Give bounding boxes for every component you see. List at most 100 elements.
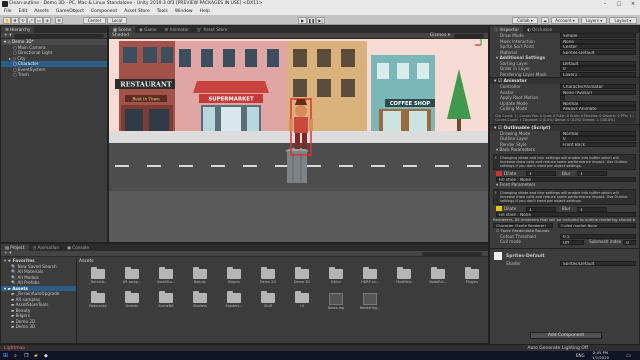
menu-tools[interactable]: Tools: [157, 8, 168, 15]
best-in-town-sign: Best in Town: [131, 97, 160, 102]
folder-item[interactable]: Shaders: [183, 291, 217, 315]
folder-item[interactable]: AssetSto...: [149, 267, 183, 291]
pause-button-icon[interactable]: ❚❚: [307, 16, 316, 24]
layout-dropdown[interactable]: Layout ▾: [609, 16, 637, 24]
project-grid: _TerrainA... AR samp... AssetSto... Beau…: [81, 267, 489, 315]
outlinable-component-header[interactable]: ▾ ☑ Outlinable (Script): [490, 123, 639, 131]
hand-tool-icon[interactable]: ✋: [3, 16, 11, 24]
folder-item[interactable]: Demo 3D: [285, 267, 319, 291]
menu-edit[interactable]: Edit: [19, 8, 28, 15]
scene-viewport[interactable]: RESTAURANT Best in Town SUPERMARKET COFF…: [109, 39, 489, 243]
status-bar: Lightmap Auto Generate Lighting Off: [0, 344, 640, 351]
trash-can: [286, 148, 308, 183]
asset-item[interactable]: Rendering...: [353, 293, 387, 315]
step-button-icon[interactable]: ▶|: [316, 16, 325, 24]
add-component-button[interactable]: Add Component: [530, 332, 602, 339]
account-dropdown[interactable]: Account ▾: [551, 16, 579, 24]
tab-scene[interactable]: ▦ Scene: [109, 26, 136, 33]
back-parameters-foldout[interactable]: ▾ Back Parameters: [490, 147, 639, 153]
transform-tool-icon[interactable]: ⊕: [43, 16, 51, 24]
project-breadcrumb[interactable]: Assets: [79, 259, 94, 264]
collab-button[interactable]: Collab ▾: [512, 16, 538, 24]
folder-item[interactable]: AR samp...: [115, 267, 149, 291]
folder-item[interactable]: NodeEdi...: [421, 267, 455, 291]
folder-item[interactable]: Shaders...: [217, 291, 251, 315]
shading-mode-dropdown[interactable]: Shaded: [112, 33, 129, 38]
tab-asset-store[interactable]: 🛒 Asset Store: [193, 26, 231, 33]
hierarchy-item-trash[interactable]: ◻ Trash: [1, 72, 107, 78]
tab-occlusion[interactable]: ◐ Occlusion: [523, 26, 556, 33]
front-parameters-foldout[interactable]: ▾ Front Parameters: [490, 182, 639, 188]
minimize-button[interactable]: –: [598, 0, 612, 8]
toolbar: ✋ ✥ ↻ ⤢ ▭ ⊕ ⚒ Center Local ▶ ❚❚ ▶| Colla…: [0, 15, 640, 25]
windows-start-icon[interactable]: ⊞: [3, 352, 8, 359]
custom-tool-icon[interactable]: ⚒: [55, 16, 63, 24]
folder-item[interactable]: Modifiers: [387, 267, 421, 291]
back-color-swatch[interactable]: [496, 171, 502, 177]
project-panel: ▤ Project ◷ Animation ▣ Console + ▾ ▾ ★ …: [0, 243, 489, 344]
menu-component[interactable]: Component: [91, 8, 117, 15]
move-tool-icon[interactable]: ✥: [11, 16, 19, 24]
material-section[interactable]: Sprites-Default: [490, 252, 639, 261]
folder-item[interactable]: Beauty: [183, 267, 217, 291]
field-cull-mode[interactable]: Cull mode Off Submesh index 0: [490, 239, 639, 245]
scene-search-input[interactable]: [454, 33, 484, 38]
field-rendering-layer-mask[interactable]: Rendering Layer Mask Layer1: [490, 72, 639, 78]
tab-animation[interactable]: ◷ Animation: [29, 244, 63, 251]
folder-item[interactable]: Demo 2D: [251, 267, 285, 291]
front-color-swatch[interactable]: [496, 206, 502, 212]
layers-dropdown[interactable]: Layers ▾: [581, 16, 607, 24]
tab-inspector[interactable]: ⓘ Inspector: [490, 26, 524, 33]
tab-game[interactable]: ◉ Game: [135, 26, 160, 33]
search-icon[interactable]: ⌕: [14, 353, 17, 359]
create-dropdown[interactable]: + ▾: [4, 33, 11, 38]
cloud-icon[interactable]: ☁: [541, 16, 549, 24]
scale-tool-icon[interactable]: ⤢: [27, 16, 35, 24]
close-button[interactable]: ×: [626, 0, 640, 8]
menu-window[interactable]: Window: [175, 8, 193, 15]
folder-item[interactable]: UI: [285, 291, 319, 315]
folder-item[interactable]: Plugins: [455, 267, 489, 291]
rect-tool-icon[interactable]: ▭: [35, 16, 43, 24]
menu-assets[interactable]: Assets: [34, 8, 49, 15]
folder-item[interactable]: _TerrainA...: [81, 267, 115, 291]
tree-folder[interactable]: ▰ Demo 3D: [1, 324, 76, 330]
hierarchy-search-input[interactable]: [14, 33, 104, 38]
menu-file[interactable]: File: [4, 8, 12, 15]
project-create-dropdown[interactable]: + ▾: [4, 251, 11, 256]
pivot-local-button[interactable]: Local: [107, 16, 127, 24]
tab-animator[interactable]: ⚙ Animator: [161, 26, 193, 33]
project-search-input[interactable]: [422, 251, 482, 256]
asset-item[interactable]: Notes.mp: [319, 293, 353, 315]
gizmos-dropdown[interactable]: Gizmos ▾: [430, 33, 450, 38]
supermarket-awning: [193, 81, 269, 93]
notifications-icon[interactable]: ▭: [626, 353, 631, 359]
task-view-icon[interactable]: ❐: [24, 353, 28, 359]
folder-item[interactable]: SceneNR: [149, 291, 183, 315]
apply-root-motion-checkbox[interactable]: [560, 95, 565, 100]
maximize-button[interactable]: □: [612, 0, 626, 8]
menu-help[interactable]: Help: [200, 8, 210, 15]
play-button-icon[interactable]: ▶: [298, 16, 307, 24]
field-culling-mode[interactable]: Culling Mode Always Animate: [490, 106, 639, 112]
tab-console[interactable]: ▣ Console: [63, 244, 93, 251]
pivot-center-button[interactable]: Center: [83, 16, 106, 24]
folder-item[interactable]: HDRP sa...: [353, 267, 387, 291]
front-warning-box: Changing dilate and blur settings will e…: [493, 188, 636, 206]
language-indicator[interactable]: ENG: [576, 353, 585, 358]
folder-item[interactable]: Resources: [81, 291, 115, 315]
tab-project[interactable]: ▤ Project: [1, 244, 29, 251]
folder-item[interactable]: Scenes: [115, 291, 149, 315]
animator-component-header[interactable]: ▾ ☑ Animator: [490, 77, 639, 84]
field-shader[interactable]: Shader Sprites/Default: [490, 261, 639, 267]
folder-item[interactable]: Editor: [319, 267, 353, 291]
folder-item[interactable]: Stuff: [251, 291, 285, 315]
clock[interactable]: 2:05 PM 1/1/2020: [592, 350, 609, 360]
menu-gameobject[interactable]: GameObject: [56, 8, 84, 15]
rotate-tool-icon[interactable]: ↻: [19, 16, 27, 24]
file-explorer-icon[interactable]: ▰: [34, 353, 38, 359]
unity-taskbar-icon[interactable]: ◆: [44, 353, 48, 359]
menu-asset-store[interactable]: Asset Store: [124, 8, 150, 15]
tab-hierarchy[interactable]: ☰ Hierarchy: [1, 26, 35, 33]
folder-item[interactable]: Bilgers: [217, 267, 251, 291]
